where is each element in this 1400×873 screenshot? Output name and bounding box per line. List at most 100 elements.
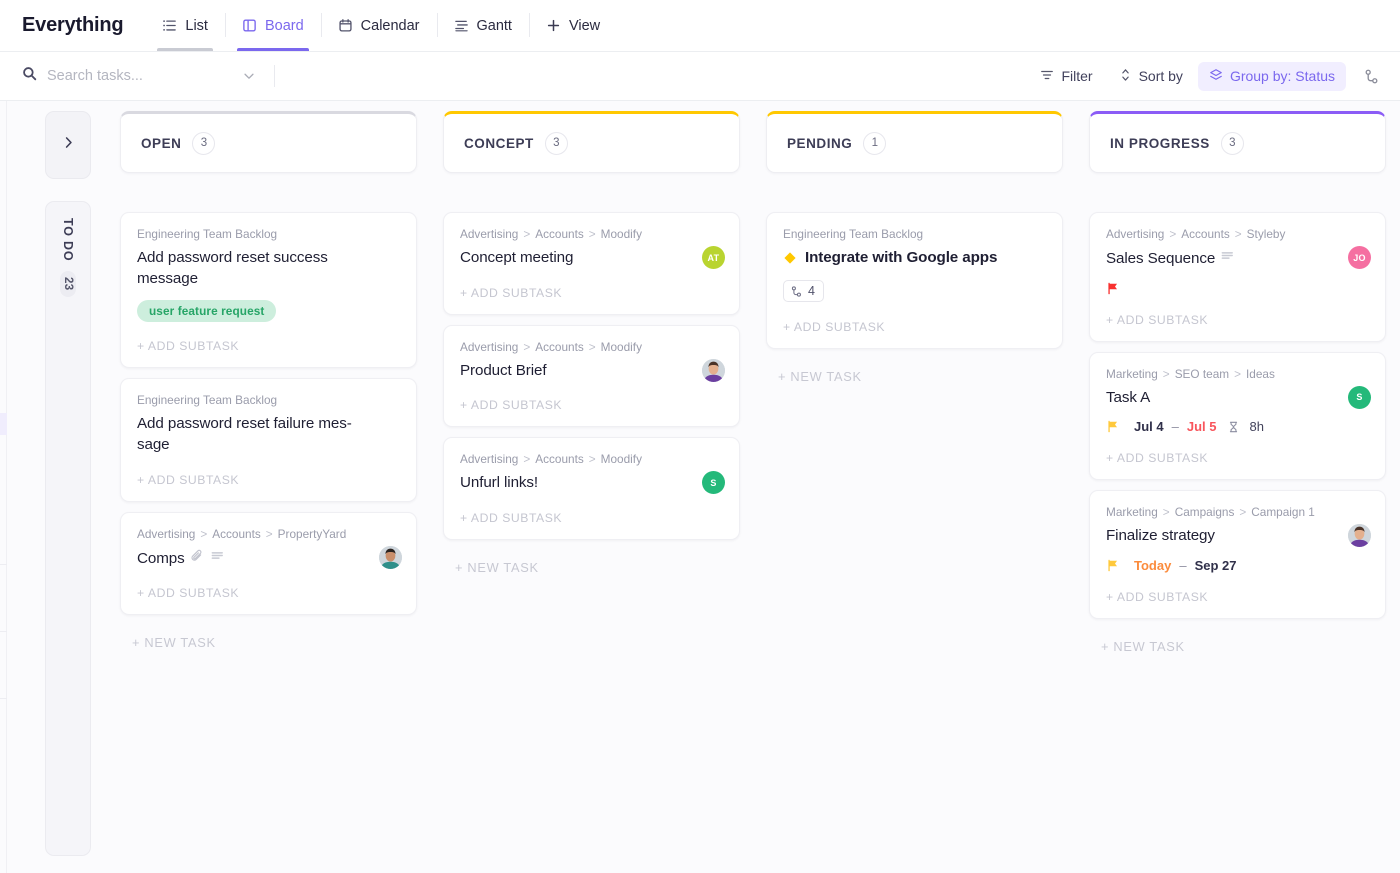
avatar[interactable]: S xyxy=(1348,386,1371,409)
new-task-button[interactable]: + NEW TASK xyxy=(443,550,740,575)
card-date-start[interactable]: Today xyxy=(1134,558,1171,573)
task-card[interactable]: Advertising>Accounts>PropertyYardComps+ … xyxy=(120,512,417,616)
breadcrumb-segment[interactable]: Engineering Team Backlog xyxy=(783,227,923,241)
breadcrumb-segment[interactable]: Campaign 1 xyxy=(1251,505,1315,519)
column-header[interactable]: OPEN3 xyxy=(120,111,417,173)
task-card[interactable]: Advertising>Accounts>StylebySales Sequen… xyxy=(1089,212,1386,342)
task-card[interactable]: Marketing>Campaigns>Campaign 1Finalize s… xyxy=(1089,490,1386,619)
urgent-flag-icon[interactable] xyxy=(1106,281,1120,296)
breadcrumb-segment[interactable]: Accounts xyxy=(535,340,584,354)
normal-flag-icon[interactable] xyxy=(1106,558,1120,573)
breadcrumb-segment[interactable]: Styleby xyxy=(1247,227,1286,241)
page-title: Everything xyxy=(22,14,123,37)
avatar[interactable] xyxy=(702,359,725,382)
task-card[interactable]: Advertising>Accounts>MoodifyUnfurl links… xyxy=(443,437,740,540)
breadcrumb-segment[interactable]: Advertising xyxy=(460,227,518,241)
column-header[interactable]: PENDING1 xyxy=(766,111,1063,173)
add-subtask-button[interactable]: + ADD SUBTASK xyxy=(460,269,723,314)
tab-board[interactable]: Board xyxy=(225,0,321,51)
card-breadcrumb: Advertising>Accounts>Moodify xyxy=(460,452,723,466)
filter-button[interactable]: Filter xyxy=(1029,62,1103,91)
column-header[interactable]: IN PROGRESS3 xyxy=(1089,111,1386,173)
new-task-button[interactable]: + NEW TASK xyxy=(766,359,1063,384)
task-card[interactable]: Engineering Team Backlog Integrate with G… xyxy=(766,212,1063,349)
attachment-icon[interactable] xyxy=(190,548,205,570)
card-title-row: Finalize strategy xyxy=(1106,526,1369,547)
search-dropdown-chevron-icon[interactable] xyxy=(242,69,256,83)
breadcrumb-segment[interactable]: Advertising xyxy=(460,340,518,354)
search-icon xyxy=(22,66,37,86)
subtask-count-value: 4 xyxy=(808,284,815,298)
tab-view[interactable]: View xyxy=(529,0,617,51)
breadcrumb-segment[interactable]: Accounts xyxy=(1181,227,1230,241)
description-icon xyxy=(210,548,225,570)
card-title-text: Add password reset success message xyxy=(137,249,328,287)
avatar[interactable]: JO xyxy=(1348,246,1371,269)
breadcrumb-segment[interactable]: Engineering Team Backlog xyxy=(137,393,277,407)
breadcrumb-segment[interactable]: Accounts xyxy=(535,452,584,466)
breadcrumb-segment[interactable]: Moodify xyxy=(601,452,642,466)
card-date-end[interactable]: Sep 27 xyxy=(1195,558,1237,573)
card-breadcrumb: Advertising>Accounts>Moodify xyxy=(460,340,723,354)
sort-label: Sort by xyxy=(1139,68,1183,84)
task-card[interactable]: Marketing>SEO team>IdeasTask ASJul 4–Jul… xyxy=(1089,352,1386,481)
board-icon xyxy=(242,18,257,33)
add-subtask-button[interactable]: + ADD SUBTASK xyxy=(1106,573,1369,618)
card-date-start[interactable]: Jul 4 xyxy=(1134,419,1164,434)
breadcrumb-segment[interactable]: Advertising xyxy=(460,452,518,466)
breadcrumb-segment[interactable]: Ideas xyxy=(1246,367,1275,381)
subtask-dependency-icon[interactable] xyxy=(1356,61,1386,91)
card-time-estimate[interactable]: 8h xyxy=(1249,419,1263,434)
group-todo-collapsed[interactable]: TO DO 23 xyxy=(45,201,91,856)
avatar[interactable] xyxy=(379,546,402,569)
hourglass-icon xyxy=(1227,420,1240,434)
breadcrumb-segment[interactable]: Moodify xyxy=(601,340,642,354)
tab-list[interactable]: List xyxy=(145,0,225,51)
task-card[interactable]: Advertising>Accounts>MoodifyConcept meet… xyxy=(443,212,740,315)
breadcrumb-segment[interactable]: Marketing xyxy=(1106,505,1158,519)
add-subtask-button[interactable]: + ADD SUBTASK xyxy=(137,456,400,501)
add-subtask-button[interactable]: + ADD SUBTASK xyxy=(1106,296,1369,341)
app-header: Everything ListBoardCalendarGantt View xyxy=(0,0,1400,51)
sort-button[interactable]: Sort by xyxy=(1108,62,1194,91)
breadcrumb-separator: > xyxy=(589,227,596,241)
normal-flag-icon[interactable] xyxy=(1106,419,1120,434)
task-card[interactable]: Engineering Team Backlog Add password res… xyxy=(120,212,417,368)
card-date-end[interactable]: Jul 5 xyxy=(1187,419,1217,434)
breadcrumb-segment[interactable]: Engineering Team Backlog xyxy=(137,227,277,241)
add-subtask-button[interactable]: + ADD SUBTASK xyxy=(460,494,723,539)
add-subtask-button[interactable]: + ADD SUBTASK xyxy=(460,381,723,426)
card-tag[interactable]: user feature request xyxy=(137,300,276,322)
add-subtask-button[interactable]: + ADD SUBTASK xyxy=(137,569,400,614)
card-title-row: Add password reset failure mes-sage xyxy=(137,414,400,455)
breadcrumb-segment[interactable]: Advertising xyxy=(137,527,195,541)
search-input[interactable] xyxy=(47,68,232,84)
task-card[interactable]: Engineering Team Backlog Add password res… xyxy=(120,378,417,501)
card-title-text: Add password reset failure mes-sage xyxy=(137,415,352,453)
group-by-icon xyxy=(1209,68,1223,85)
tab-calendar[interactable]: Calendar xyxy=(321,0,437,51)
new-task-button[interactable]: + NEW TASK xyxy=(1089,629,1386,654)
new-task-button[interactable]: + NEW TASK xyxy=(120,625,417,650)
add-subtask-button[interactable]: + ADD SUBTASK xyxy=(1106,434,1369,479)
breadcrumb-segment[interactable]: Advertising xyxy=(1106,227,1164,241)
add-subtask-button[interactable]: + ADD SUBTASK xyxy=(137,322,400,367)
card-title-row: Integrate with Google apps xyxy=(783,248,1046,270)
breadcrumb-segment[interactable]: PropertyYard xyxy=(278,527,347,541)
tab-label: View xyxy=(569,18,600,34)
subtask-count-badge[interactable]: 4 xyxy=(783,280,824,302)
avatar[interactable]: AT xyxy=(702,246,725,269)
breadcrumb-segment[interactable]: Marketing xyxy=(1106,367,1158,381)
breadcrumb-segment[interactable]: Campaigns xyxy=(1175,505,1235,519)
breadcrumb-segment[interactable]: Accounts xyxy=(212,527,261,541)
expand-group-button[interactable] xyxy=(45,111,91,179)
group-by-button[interactable]: Group by: Status xyxy=(1198,62,1346,91)
column-header[interactable]: CONCEPT3 xyxy=(443,111,740,173)
breadcrumb-segment[interactable]: Accounts xyxy=(535,227,584,241)
add-subtask-button[interactable]: + ADD SUBTASK xyxy=(783,303,1046,348)
breadcrumb-segment[interactable]: SEO team xyxy=(1175,367,1229,381)
tab-gantt[interactable]: Gantt xyxy=(437,0,529,51)
breadcrumb-segment[interactable]: Moodify xyxy=(601,227,642,241)
priority-diamond-icon[interactable] xyxy=(783,251,797,270)
task-card[interactable]: Advertising>Accounts>MoodifyProduct Brie… xyxy=(443,325,740,428)
